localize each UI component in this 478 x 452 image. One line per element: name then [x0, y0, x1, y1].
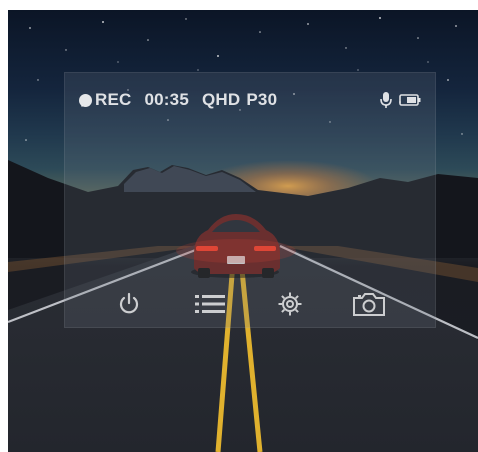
recording-dot-icon	[79, 93, 92, 107]
microphone-icon	[380, 92, 392, 108]
battery-icon	[399, 94, 421, 106]
settings-button[interactable]	[275, 289, 305, 319]
rec-label: REC	[95, 90, 132, 109]
capture-photo-button[interactable]	[351, 289, 387, 319]
frame-rate-label: P30	[246, 90, 278, 109]
control-toolbar	[65, 289, 435, 319]
camera-hud-overlay: REC 00:35 QHD P30	[64, 72, 436, 328]
menu-list-icon	[195, 295, 225, 313]
dashcam-live-view: REC 00:35 QHD P30	[8, 10, 478, 452]
status-indicators	[379, 91, 421, 109]
power-button[interactable]	[114, 289, 144, 319]
elapsed-time: 00:35	[144, 90, 189, 109]
menu-button[interactable]	[193, 289, 227, 319]
settings-icon	[278, 292, 302, 316]
status-bar: REC 00:35 QHD P30	[79, 89, 421, 111]
power-icon	[119, 292, 139, 314]
resolution-label: QHD	[201, 90, 241, 109]
camera-icon	[353, 293, 385, 316]
